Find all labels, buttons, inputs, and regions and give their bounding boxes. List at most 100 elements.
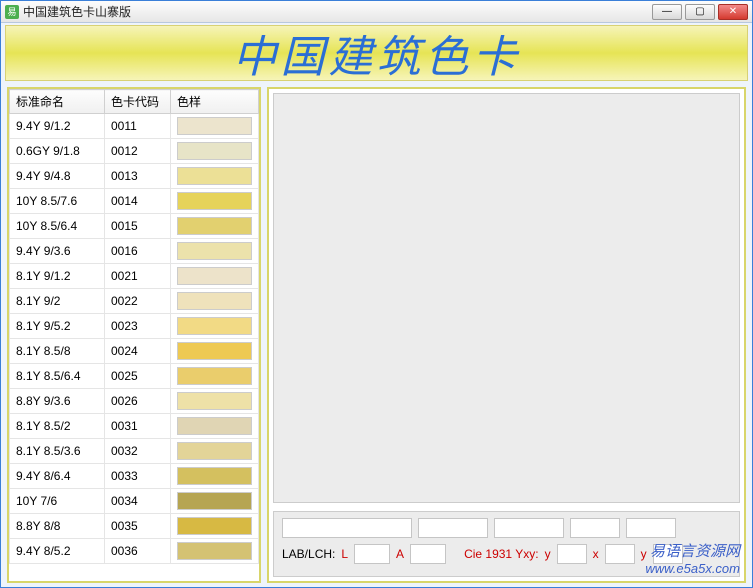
input-A[interactable] <box>410 544 446 564</box>
cell-code: 0031 <box>105 414 171 439</box>
cell-swatch <box>171 364 259 389</box>
table-row[interactable]: 8.1Y 8.5/80024 <box>10 339 259 364</box>
table-row[interactable]: 9.4Y 9/3.60016 <box>10 239 259 264</box>
table-row[interactable]: 8.1Y 9/20022 <box>10 289 259 314</box>
table-row[interactable]: 10Y 8.5/7.60014 <box>10 189 259 214</box>
table-row[interactable]: 8.1Y 8.5/6.40025 <box>10 364 259 389</box>
cell-code: 0023 <box>105 314 171 339</box>
cell-name: 9.4Y 8/5.2 <box>10 539 105 564</box>
label-y1: y <box>545 547 551 561</box>
cell-code: 0013 <box>105 164 171 189</box>
label-y2: y <box>641 547 647 561</box>
cell-swatch <box>171 214 259 239</box>
input-x[interactable] <box>605 544 635 564</box>
color-table-scroll[interactable]: 标准命名 色卡代码 色样 9.4Y 9/1.200110.6GY 9/1.800… <box>9 89 259 581</box>
cell-swatch <box>171 514 259 539</box>
minimize-button[interactable]: — <box>652 4 682 20</box>
cell-swatch <box>171 539 259 564</box>
cie-label: Cie 1931 Yxy: <box>464 547 539 561</box>
table-row[interactable]: 10Y 8.5/6.40015 <box>10 214 259 239</box>
cell-swatch <box>171 389 259 414</box>
cell-name: 10Y 8.5/6.4 <box>10 214 105 239</box>
titlebar: 易 中国建筑色卡山寨版 — ▢ ✕ <box>1 1 752 23</box>
app-window: 易 中国建筑色卡山寨版 — ▢ ✕ 中国建筑色卡 标准命名 色卡代码 色样 <box>0 0 753 588</box>
cell-code: 0011 <box>105 114 171 139</box>
cell-swatch <box>171 114 259 139</box>
close-button[interactable]: ✕ <box>718 4 748 20</box>
color-table: 标准命名 色卡代码 色样 9.4Y 9/1.200110.6GY 9/1.800… <box>9 89 259 564</box>
info-row-top <box>282 518 731 538</box>
cell-code: 0026 <box>105 389 171 414</box>
cell-swatch <box>171 414 259 439</box>
cell-code: 0024 <box>105 339 171 364</box>
color-info: LAB/LCH: L A Cie 1931 Yxy: y x y <box>273 511 740 577</box>
cell-code: 0021 <box>105 264 171 289</box>
table-row[interactable]: 8.8Y 9/3.60026 <box>10 389 259 414</box>
col-name[interactable]: 标准命名 <box>10 90 105 114</box>
table-row[interactable]: 9.4Y 8/5.20036 <box>10 539 259 564</box>
cell-code: 0033 <box>105 464 171 489</box>
cell-code: 0036 <box>105 539 171 564</box>
table-row[interactable]: 9.4Y 8/6.40033 <box>10 464 259 489</box>
cell-swatch <box>171 339 259 364</box>
table-row[interactable]: 10Y 7/60034 <box>10 489 259 514</box>
cell-name: 8.1Y 8.5/3.6 <box>10 439 105 464</box>
cell-code: 0034 <box>105 489 171 514</box>
color-preview <box>273 93 740 503</box>
field-4[interactable] <box>570 518 620 538</box>
color-list-panel: 标准命名 色卡代码 色样 9.4Y 9/1.200110.6GY 9/1.800… <box>7 87 261 583</box>
table-row[interactable]: 8.1Y 9/5.20023 <box>10 314 259 339</box>
table-row[interactable]: 9.4Y 9/4.80013 <box>10 164 259 189</box>
cell-name: 9.4Y 8/6.4 <box>10 464 105 489</box>
table-row[interactable]: 8.1Y 8.5/3.60032 <box>10 439 259 464</box>
cell-swatch <box>171 164 259 189</box>
cell-code: 0032 <box>105 439 171 464</box>
cell-swatch <box>171 489 259 514</box>
input-L[interactable] <box>354 544 390 564</box>
field-2[interactable] <box>418 518 488 538</box>
table-row[interactable]: 8.8Y 8/80035 <box>10 514 259 539</box>
cell-name: 8.1Y 9/2 <box>10 289 105 314</box>
cell-name: 9.4Y 9/1.2 <box>10 114 105 139</box>
label-x: x <box>593 547 599 561</box>
field-3[interactable] <box>494 518 564 538</box>
cell-swatch <box>171 264 259 289</box>
info-row-lab: LAB/LCH: L A Cie 1931 Yxy: y x y <box>282 544 731 564</box>
table-row[interactable]: 9.4Y 9/1.20011 <box>10 114 259 139</box>
cell-swatch <box>171 139 259 164</box>
cell-code: 0014 <box>105 189 171 214</box>
input-y1[interactable] <box>557 544 587 564</box>
cell-name: 9.4Y 9/3.6 <box>10 239 105 264</box>
cell-code: 0016 <box>105 239 171 264</box>
cell-name: 8.8Y 9/3.6 <box>10 389 105 414</box>
cell-swatch <box>171 239 259 264</box>
cell-code: 0012 <box>105 139 171 164</box>
window-title: 中国建筑色卡山寨版 <box>23 3 652 20</box>
field-5[interactable] <box>626 518 676 538</box>
input-y2[interactable] <box>653 544 683 564</box>
maximize-button[interactable]: ▢ <box>685 4 715 20</box>
cell-name: 9.4Y 9/4.8 <box>10 164 105 189</box>
cell-code: 0035 <box>105 514 171 539</box>
cell-name: 8.1Y 8.5/2 <box>10 414 105 439</box>
app-icon: 易 <box>5 5 19 19</box>
cell-name: 8.1Y 8.5/6.4 <box>10 364 105 389</box>
table-row[interactable]: 8.1Y 9/1.20021 <box>10 264 259 289</box>
content-area: 标准命名 色卡代码 色样 9.4Y 9/1.200110.6GY 9/1.800… <box>1 83 752 587</box>
col-code[interactable]: 色卡代码 <box>105 90 171 114</box>
cell-swatch <box>171 464 259 489</box>
banner-title: 中国建筑色卡 <box>233 21 521 85</box>
cell-name: 8.1Y 9/1.2 <box>10 264 105 289</box>
cell-name: 8.8Y 8/8 <box>10 514 105 539</box>
window-controls: — ▢ ✕ <box>652 4 748 20</box>
col-swatch[interactable]: 色样 <box>171 90 259 114</box>
detail-panel: LAB/LCH: L A Cie 1931 Yxy: y x y <box>267 87 746 583</box>
cell-code: 0022 <box>105 289 171 314</box>
table-row[interactable]: 0.6GY 9/1.80012 <box>10 139 259 164</box>
field-1[interactable] <box>282 518 412 538</box>
cell-swatch <box>171 439 259 464</box>
cell-swatch <box>171 289 259 314</box>
cell-name: 8.1Y 9/5.2 <box>10 314 105 339</box>
table-row[interactable]: 8.1Y 8.5/20031 <box>10 414 259 439</box>
cell-name: 8.1Y 8.5/8 <box>10 339 105 364</box>
